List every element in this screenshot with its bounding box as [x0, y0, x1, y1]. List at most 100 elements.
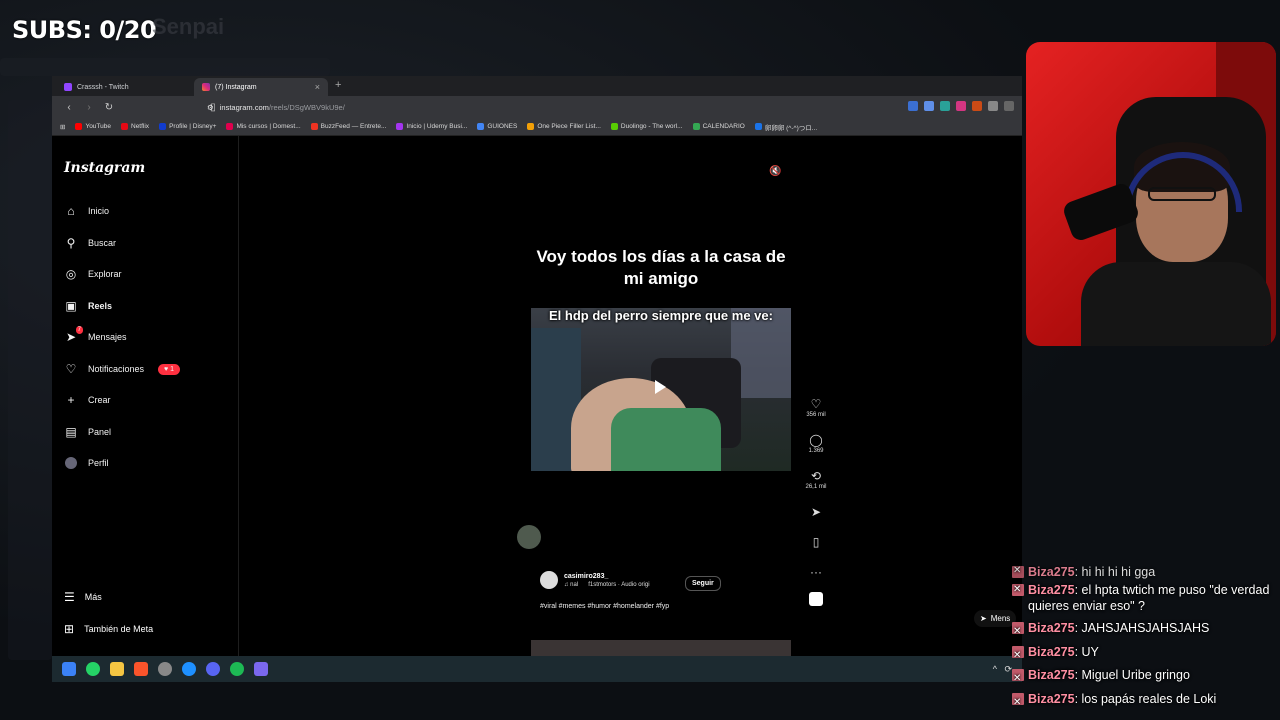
- sidepanel-icon[interactable]: [1004, 101, 1014, 111]
- chat-message: Biza275: JAHSJAHSJAHSJAHS: [1012, 617, 1280, 644]
- nav-mensajes[interactable]: ➤ 7 Mensajes: [64, 326, 127, 344]
- share-button[interactable]: ➤: [811, 504, 821, 534]
- more-options-button[interactable]: ···: [810, 564, 822, 594]
- home-icon: ⌂: [67, 204, 75, 218]
- nav-inicio[interactable]: ⌂ Inicio: [64, 204, 109, 218]
- nav-buscar[interactable]: ⚲ Buscar: [64, 236, 116, 250]
- nav-explorar[interactable]: ◎ Explorar: [64, 267, 122, 281]
- meta-icon: ⊞: [64, 622, 75, 636]
- owner-username[interactable]: casimiro283_: [564, 573, 650, 580]
- owner-avatar[interactable]: [540, 571, 558, 589]
- reel-player[interactable]: 🔇 Voy todos los días a la casa de mi ami…: [531, 158, 791, 623]
- extension-icon[interactable]: [924, 101, 934, 111]
- bookmark-buzzfeed[interactable]: BuzzFeed — Entrete...: [310, 123, 386, 130]
- reel-hashtags[interactable]: #viral #memes #humor #homelander #fyp: [540, 603, 669, 610]
- search-icon: ⚲: [66, 236, 76, 250]
- tab-twitch[interactable]: Crasssh - Twitch: [56, 78, 196, 96]
- chat-badge-icon: [1012, 620, 1024, 644]
- comment-icon: ◯: [809, 433, 823, 447]
- messages-icon: ➤ 7: [65, 326, 83, 344]
- heart-icon: ♡: [65, 362, 77, 376]
- url-host: instagram.com: [219, 102, 269, 112]
- back-icon[interactable]: ‹: [62, 102, 76, 113]
- instagram-sidebar: Instagram ⌂ Inicio ⚲ Buscar ◎ Explorar ▣…: [52, 136, 239, 656]
- reload-icon[interactable]: ↻: [102, 102, 116, 113]
- play-icon[interactable]: [655, 380, 666, 394]
- windows-start-icon[interactable]: [62, 662, 76, 676]
- bookmark-netflix[interactable]: Netflix: [121, 123, 149, 130]
- reel-owner: casimiro283_ ♫ nal f1stmotors · Audio or…: [540, 571, 650, 589]
- brave-icon[interactable]: [134, 662, 148, 676]
- nav-crear[interactable]: + Crear: [64, 393, 110, 407]
- save-button[interactable]: ▯: [813, 534, 820, 564]
- system-tray[interactable]: ^ ⟳: [993, 664, 1012, 675]
- bookmark-disney[interactable]: Profile | Disney+: [159, 123, 216, 130]
- messages-badge: 7: [75, 326, 83, 334]
- channel-name-ghost: Senpai: [152, 14, 225, 39]
- comment-button[interactable]: ◯ 1.369: [808, 432, 823, 468]
- folder-icon[interactable]: [110, 662, 124, 676]
- mute-icon[interactable]: 🔇: [769, 166, 783, 180]
- twitch-icon: [64, 83, 72, 91]
- extension-icon[interactable]: [988, 101, 998, 111]
- chat-badge-icon: [1012, 582, 1024, 598]
- dashboard-icon: ▤: [65, 425, 77, 439]
- reel-actions: ♡ 356 mil ◯ 1.369 ⟲ 26,1 mil ➤ ▯ ···: [804, 396, 828, 594]
- spotify-icon[interactable]: [230, 662, 244, 676]
- bookmark-udemy[interactable]: Inicio | Udemy Busi...: [396, 123, 467, 130]
- bookmark-youtube[interactable]: YouTube: [75, 123, 111, 130]
- url-field[interactable]: ⚙ instagram.com/reels/DSgWBV9kU9e/: [207, 100, 767, 114]
- new-tab-button[interactable]: +: [335, 79, 341, 91]
- app-icon[interactable]: [158, 662, 172, 676]
- tab-instagram[interactable]: (7) Instagram ×: [194, 78, 328, 96]
- repost-button[interactable]: ⟲ 26,1 mil: [805, 468, 826, 504]
- extension-icon[interactable]: [956, 101, 966, 111]
- nav-panel[interactable]: ▤ Panel: [64, 425, 111, 439]
- bookmark-misc[interactable]: 卵卵卵 (^-^)つロ...: [754, 122, 817, 132]
- instagram-icon: [202, 83, 210, 91]
- nav-mas[interactable]: ☰ Más: [64, 590, 102, 604]
- user-avatar[interactable]: [517, 525, 541, 549]
- nav-perfil[interactable]: Perfil: [64, 456, 109, 470]
- close-tab-icon[interactable]: ×: [315, 82, 320, 92]
- follow-button[interactable]: Seguir: [685, 576, 721, 591]
- site-info-icon[interactable]: ⚙: [207, 103, 214, 112]
- extension-icon[interactable]: [908, 101, 918, 111]
- webcam-overlay: [1026, 42, 1276, 346]
- bookmark-domestika[interactable]: Mis cursos | Domest...: [226, 123, 301, 130]
- send-icon: ➤: [810, 505, 822, 519]
- audio-thumbnail[interactable]: [809, 592, 823, 606]
- extension-icon[interactable]: [940, 101, 950, 111]
- nav-reels[interactable]: ▣ Reels: [64, 299, 112, 313]
- forward-icon[interactable]: ›: [82, 102, 96, 113]
- tab-label: (7) Instagram: [215, 83, 257, 91]
- whatsapp-icon[interactable]: [86, 662, 100, 676]
- discord-icon[interactable]: [206, 662, 220, 676]
- bookmark-calendario[interactable]: CALENDARIO: [692, 123, 745, 130]
- tab-bar: Crasssh - Twitch (7) Instagram × +: [52, 76, 1022, 96]
- apps-icon[interactable]: ⊞: [60, 123, 65, 131]
- chat-message: Biza275: hi hi hi hi gga: [1012, 565, 1280, 579]
- reel-video[interactable]: El hdp del perro siempre que me ve:: [531, 308, 791, 471]
- bookmark-onepiece[interactable]: One Piece Filler List...: [527, 123, 601, 130]
- plus-icon: +: [67, 393, 75, 407]
- reel-video-caption: El hdp del perro siempre que me ve:: [549, 308, 773, 323]
- bookmark-duolingo[interactable]: Duolingo - The worl...: [610, 123, 683, 130]
- subs-counter: SUBS: 0/20: [12, 16, 157, 44]
- bookmark-guiones[interactable]: GUIONES: [477, 123, 517, 130]
- extension-icon[interactable]: [972, 101, 982, 111]
- app-icon[interactable]: [182, 662, 196, 676]
- address-bar-row: ‹ › ↻ ▯ ⚙ instagram.com/reels/DSgWBV9kU9…: [52, 96, 1022, 118]
- instagram-logo[interactable]: Instagram: [64, 160, 145, 176]
- tab-label: Crasssh - Twitch: [77, 83, 129, 91]
- like-button[interactable]: ♡ 356 mil: [806, 396, 825, 432]
- nav-notificaciones[interactable]: ♡ Notificaciones ♥ 1: [64, 362, 181, 376]
- chat-badge-icon: [1012, 644, 1024, 667]
- audio-info[interactable]: ♫ nal f1stmotors · Audio origi: [564, 582, 650, 588]
- messages-float-button[interactable]: ➤ Mens: [974, 610, 1017, 627]
- reels-icon: ▣: [65, 299, 77, 313]
- profile-avatar: [64, 456, 78, 470]
- app-icon[interactable]: [254, 662, 268, 676]
- menu-icon: ☰: [64, 590, 75, 604]
- nav-meta[interactable]: ⊞ También de Meta: [64, 622, 153, 636]
